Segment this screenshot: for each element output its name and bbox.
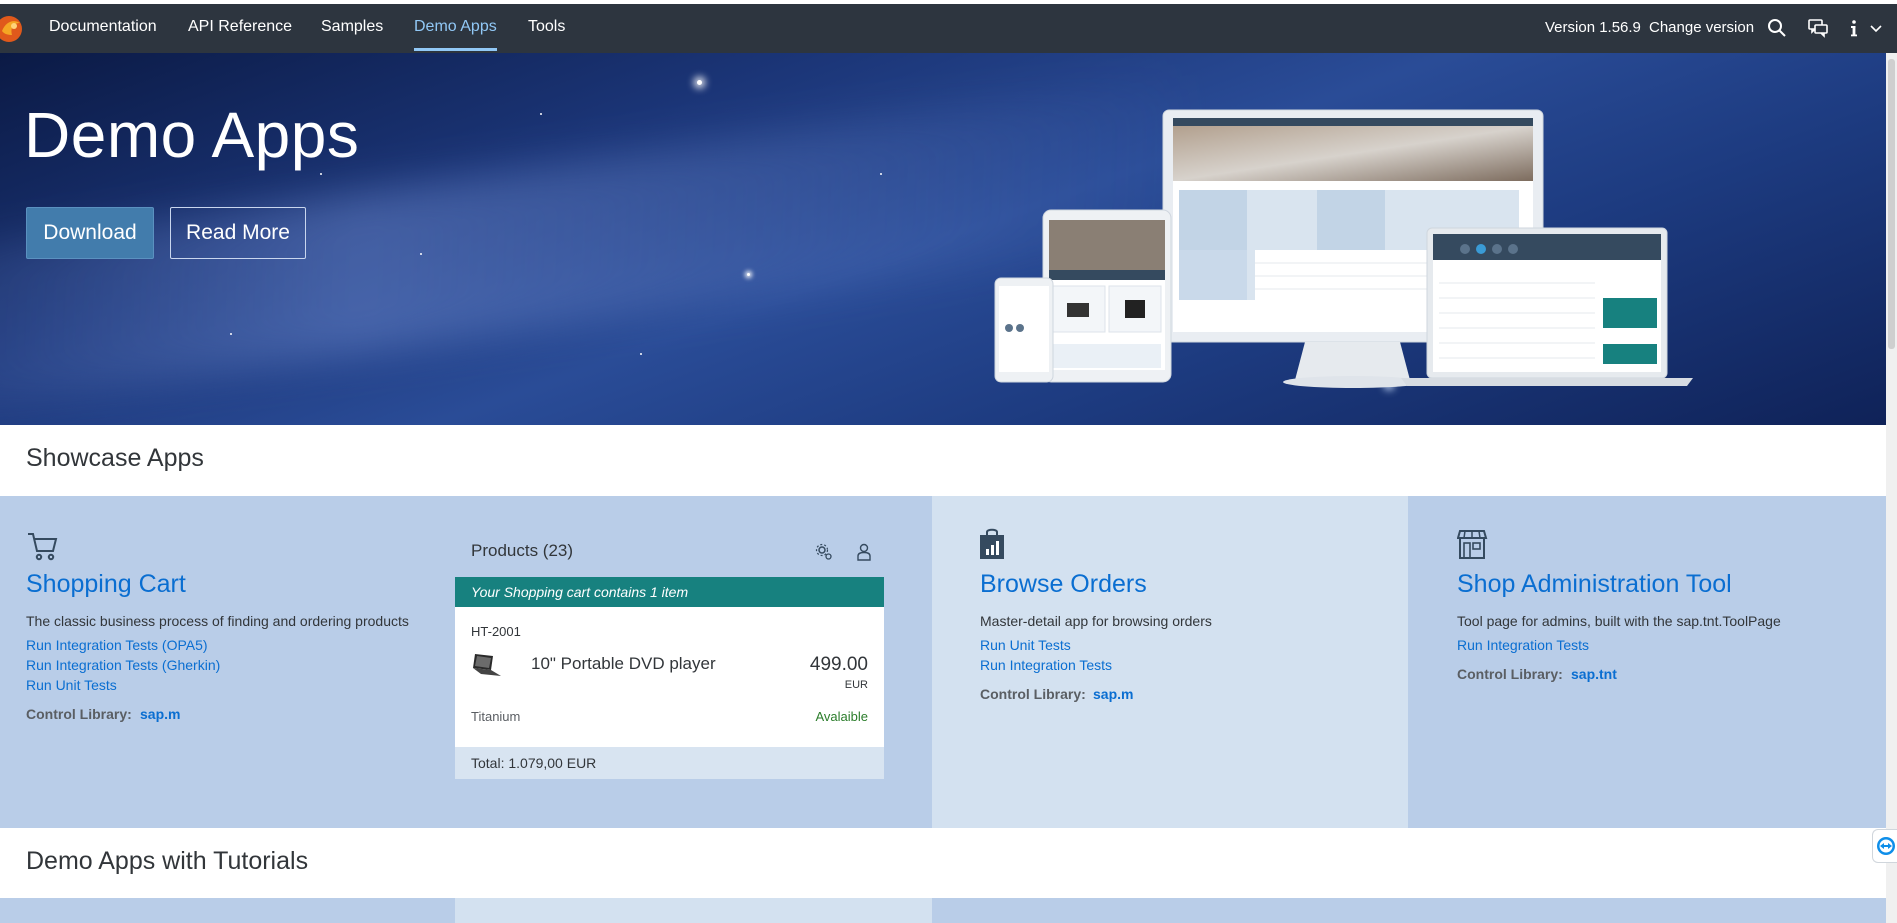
info-icon[interactable] (1845, 16, 1863, 40)
chevron-down-icon[interactable] (1868, 16, 1884, 40)
tutorial-tile[interactable] (455, 898, 932, 923)
page-scrollbar[interactable] (1886, 53, 1897, 923)
remote-support-icon[interactable] (1876, 836, 1896, 856)
tutorial-tile[interactable] (932, 898, 1886, 923)
control-library-label: Control Library: (1457, 666, 1563, 682)
control-library-value[interactable]: sap.m (1093, 686, 1133, 702)
store-icon (1457, 530, 1488, 559)
change-version-link[interactable]: Change version (1649, 4, 1754, 53)
dvd-player-icon (473, 654, 501, 676)
read-more-button[interactable]: Read More (170, 207, 306, 259)
feedback-icon[interactable] (1806, 16, 1830, 40)
browse-orders-description: Master-detail app for browsing orders (980, 613, 1212, 629)
star (880, 173, 882, 175)
browse-orders-link-unit-tests[interactable]: Run Unit Tests (980, 637, 1071, 653)
showcase-apps-title: Showcase Apps (26, 444, 204, 472)
demo-apps-tutorials-title: Demo Apps with Tutorials (26, 847, 309, 875)
nav-api-reference[interactable]: API Reference (188, 4, 292, 53)
search-icon[interactable] (1765, 16, 1789, 40)
shop-admin-title[interactable]: Shop Administration Tool (1457, 570, 1732, 599)
teamviewer-widget[interactable] (1872, 829, 1897, 863)
cart-banner: Your Shopping cart contains 1 item (455, 577, 884, 607)
settings-icon[interactable] (815, 543, 833, 561)
star (640, 353, 642, 355)
shop-admin-description: Tool page for admins, built with the sap… (1457, 613, 1781, 629)
version-label: Version 1.56.9 (1545, 19, 1641, 36)
star (420, 253, 422, 255)
star (320, 173, 322, 175)
devices-illustration-icon (994, 109, 1693, 388)
browse-orders-title[interactable]: Browse Orders (980, 570, 1147, 599)
product-currency: EUR (844, 679, 868, 691)
shopping-bag-icon (980, 528, 1004, 559)
user-icon[interactable] (856, 543, 872, 561)
product-status: Avalaible (815, 709, 868, 724)
nav-samples[interactable]: Samples (321, 4, 383, 53)
shopping-cart-link-unit-tests[interactable]: Run Unit Tests (26, 677, 117, 693)
openui5-logo-icon[interactable] (0, 15, 28, 43)
star (230, 333, 232, 335)
product-name[interactable]: 10" Portable DVD player (531, 654, 716, 674)
shell-header: Documentation API Reference Samples Demo… (0, 4, 1897, 53)
control-library-label: Control Library: (980, 686, 1086, 702)
star (697, 80, 702, 85)
shop-admin-link-integration-tests[interactable]: Run Integration Tests (1457, 637, 1589, 653)
hero-title: Demo Apps (24, 99, 360, 171)
scrollbar-thumb[interactable] (1888, 59, 1895, 349)
shopping-cart-title[interactable]: Shopping Cart (26, 570, 186, 599)
browse-orders-link-integration-tests[interactable]: Run Integration Tests (980, 657, 1112, 673)
shopping-cart-link-opa5[interactable]: Run Integration Tests (OPA5) (26, 637, 208, 653)
product-material: Titanium (471, 709, 521, 724)
nav-documentation[interactable]: Documentation (49, 4, 157, 53)
control-library-label: Control Library: (26, 706, 132, 722)
star (540, 113, 542, 115)
tutorial-tile[interactable] (0, 898, 455, 923)
star (747, 273, 750, 276)
product-price: 499.00 (809, 654, 868, 675)
shopping-cart-link-gherkin[interactable]: Run Integration Tests (Gherkin) (26, 657, 220, 673)
cart-icon (28, 533, 58, 561)
control-library-value[interactable]: sap.m (140, 706, 180, 722)
product-id: HT-2001 (471, 624, 521, 639)
control-library-value[interactable]: sap.tnt (1571, 666, 1617, 682)
hero-banner: Demo Apps Download Read More (0, 53, 1886, 425)
nav-demo-apps[interactable]: Demo Apps (414, 4, 497, 53)
shopping-cart-description: The classic business process of finding … (26, 613, 409, 629)
download-button[interactable]: Download (26, 207, 154, 259)
products-header: Products (23) (471, 541, 574, 560)
nav-tools[interactable]: Tools (528, 4, 565, 53)
cart-total: Total: 1.079,00 EUR (455, 747, 884, 779)
